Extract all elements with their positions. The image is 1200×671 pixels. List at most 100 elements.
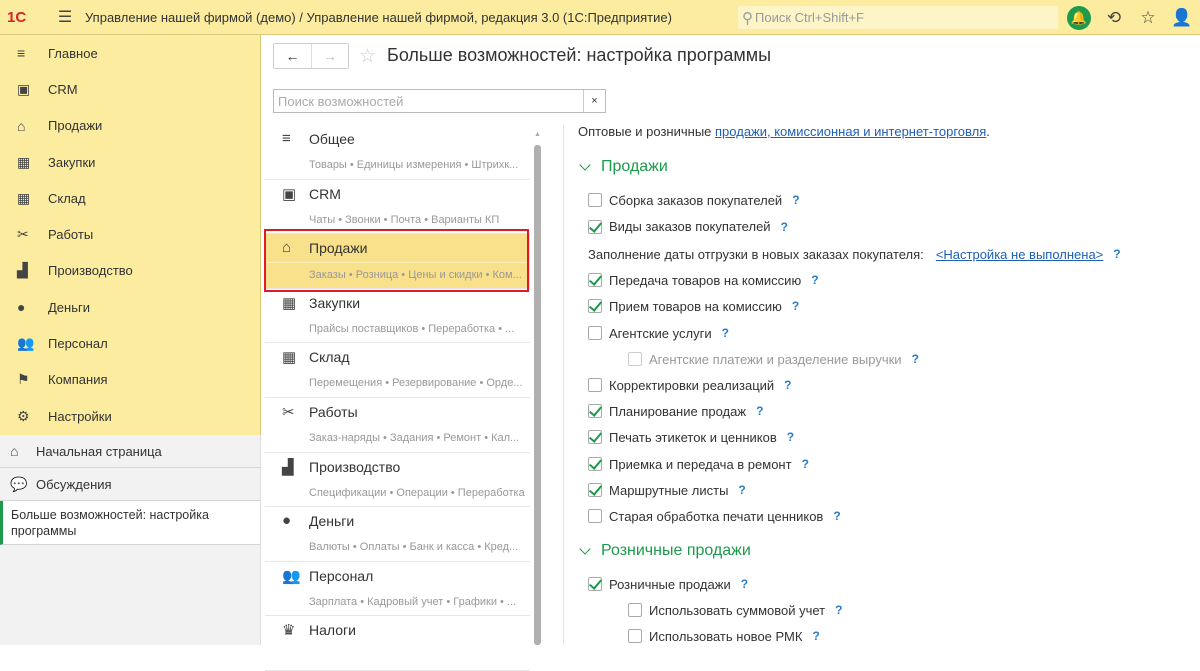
favorite-star-icon[interactable]: ☆ bbox=[359, 45, 376, 68]
option-checkbox-row[interactable]: Агентские услуги? bbox=[588, 324, 729, 342]
sidebar-item-label: Главное bbox=[48, 45, 98, 61]
category-item[interactable]: ▟ Производство Спецификации • Операции • П… bbox=[265, 453, 530, 508]
checkbox[interactable] bbox=[628, 629, 642, 643]
help-icon[interactable]: ? bbox=[792, 299, 799, 313]
category-item[interactable]: ✂ Работы Заказ-наряды • Задания • Ремонт •… bbox=[265, 398, 530, 453]
checkbox[interactable] bbox=[588, 378, 602, 392]
option-label: Маршрутные листы bbox=[609, 482, 729, 498]
clear-search-button[interactable]: × bbox=[583, 90, 605, 112]
checkbox[interactable] bbox=[588, 483, 602, 497]
sidebar-item[interactable]: ▣ CRM bbox=[0, 71, 260, 107]
history-icon[interactable]: ⟲ bbox=[1102, 6, 1126, 30]
option-checkbox-row[interactable]: Агентские платежи и разделение выручки? bbox=[628, 350, 919, 368]
help-icon[interactable]: ? bbox=[792, 193, 799, 207]
option-checkbox-row[interactable]: Использовать суммовой учет? bbox=[628, 601, 842, 619]
sidebar-item[interactable]: ⚙ Настройки bbox=[0, 398, 260, 434]
option-checkbox-row[interactable]: Планирование продаж? bbox=[588, 402, 763, 420]
sidebar-item[interactable]: ≡ Главное bbox=[0, 35, 260, 71]
category-subtitle: Зарплата • Кадровый учет • Графики • ... bbox=[309, 595, 517, 608]
category-item[interactable]: ♛ Налоги bbox=[265, 616, 530, 671]
checkbox[interactable] bbox=[588, 193, 602, 207]
help-icon[interactable]: ? bbox=[912, 352, 919, 366]
category-item[interactable]: ≡ Общее Товары • Единицы измерения • Штрих… bbox=[265, 125, 530, 180]
help-icon[interactable]: ? bbox=[1113, 247, 1120, 261]
option-checkbox-row[interactable]: Приемка и передача в ремонт? bbox=[588, 455, 809, 473]
category-item[interactable]: 👥 Персонал Зарплата • Кадровый учет • Граф… bbox=[265, 562, 530, 617]
sidebar-item[interactable]: ▦ Склад bbox=[0, 180, 260, 216]
checkbox[interactable] bbox=[588, 457, 602, 471]
option-checkbox-row[interactable]: Использовать новое РМК? bbox=[628, 627, 820, 645]
help-icon[interactable]: ? bbox=[835, 603, 842, 617]
option-checkbox-row[interactable]: Прием товаров на комиссию? bbox=[588, 297, 799, 315]
discussions-link[interactable]: 💬 Обсуждения bbox=[0, 468, 260, 501]
highlight-frame bbox=[264, 229, 529, 292]
help-icon[interactable]: ? bbox=[787, 430, 794, 444]
checkbox[interactable] bbox=[628, 352, 642, 366]
option-label: Виды заказов покупателей bbox=[609, 219, 771, 234]
help-icon[interactable]: ? bbox=[784, 378, 791, 392]
option-checkbox-row[interactable]: Корректировки реализаций? bbox=[588, 376, 792, 394]
user-icon[interactable]: 👤 bbox=[1170, 6, 1194, 30]
category-subtitle: Чаты • Звонки • Почта • Варианты КП bbox=[309, 213, 500, 226]
main-menu-icon[interactable]: ☰ bbox=[45, 7, 85, 27]
sidebar-item-label: Продажи bbox=[48, 118, 103, 134]
help-icon[interactable]: ? bbox=[722, 326, 729, 340]
option-checkbox-row[interactable]: Виды заказов покупателей? bbox=[588, 218, 788, 236]
scroll-up-arrow[interactable]: ▲ bbox=[534, 131, 541, 138]
global-search-input[interactable]: ⚲ Поиск Ctrl+Shift+F bbox=[738, 6, 1058, 29]
option-checkbox-row[interactable]: Старая обработка печати ценников? bbox=[588, 507, 841, 525]
checkbox[interactable] bbox=[588, 430, 602, 444]
sidebar-item[interactable]: ▦ Закупки bbox=[0, 144, 260, 180]
checkbox[interactable] bbox=[588, 404, 602, 418]
category-item[interactable]: ● Деньги Валюты • Оплаты • Банк и касса • … bbox=[265, 507, 530, 562]
help-icon[interactable]: ? bbox=[833, 509, 840, 523]
option-checkbox-row[interactable]: Сборка заказов покупателей? bbox=[588, 191, 800, 209]
feature-search-input[interactable] bbox=[274, 90, 583, 112]
category-item[interactable]: ▦ Склад Перемещения • Резервирование • Орд… bbox=[265, 343, 530, 398]
help-icon[interactable]: ? bbox=[802, 457, 809, 471]
option-checkbox-row[interactable]: Передача товаров на комиссию? bbox=[588, 271, 819, 289]
option-checkbox-row[interactable]: Маршрутные листы? bbox=[588, 481, 746, 499]
home-page-link[interactable]: ⌂ Начальная страница bbox=[0, 435, 260, 468]
sidebar-item[interactable]: ✂ Работы bbox=[0, 216, 260, 252]
category-name: Склад bbox=[309, 349, 350, 366]
section-retail-header[interactable]: Розничные продажи bbox=[578, 542, 751, 560]
sidebar-item[interactable]: 👥 Персонал bbox=[0, 325, 260, 361]
option-checkbox-row[interactable]: Розничные продажи? bbox=[588, 575, 748, 593]
checkbox[interactable] bbox=[588, 577, 602, 591]
sidebar-item[interactable]: ▟ Производство bbox=[0, 253, 260, 289]
help-icon[interactable]: ? bbox=[812, 629, 819, 643]
option-label: Старая обработка печати ценников bbox=[609, 508, 824, 524]
help-icon[interactable]: ? bbox=[781, 220, 788, 234]
category-item[interactable]: ▦ Закупки Прайсы поставщиков • Переработка… bbox=[265, 289, 530, 344]
notifications-bell-icon[interactable]: 🔔 bbox=[1067, 6, 1091, 30]
open-window-tab[interactable]: Больше возможностей: настройка программы bbox=[0, 501, 260, 545]
sidebar-item-label: Склад bbox=[48, 190, 86, 206]
option-checkbox-row[interactable]: Печать этикеток и ценников? bbox=[588, 428, 794, 446]
checkbox[interactable] bbox=[628, 603, 642, 617]
category-item[interactable]: ▣ CRM Чаты • Звонки • Почта • Варианты КП bbox=[265, 180, 530, 235]
intro-link[interactable]: продажи, комиссионная и интернет-торговл… bbox=[715, 124, 986, 139]
checkbox[interactable] bbox=[588, 273, 602, 287]
checkbox[interactable] bbox=[588, 299, 602, 313]
help-icon[interactable]: ? bbox=[741, 577, 748, 591]
sidebar-item-label: Компания bbox=[48, 372, 108, 388]
section-sales-header[interactable]: Продажи bbox=[578, 158, 668, 176]
sidebar-item-label: Работы bbox=[48, 227, 94, 243]
sidebar-item[interactable]: ⌂ Продажи bbox=[0, 108, 260, 144]
section-icon: ✂ bbox=[17, 226, 29, 243]
section-icon: ⌂ bbox=[17, 117, 26, 134]
favorites-star-icon[interactable]: ☆ bbox=[1136, 6, 1160, 30]
forward-button[interactable]: → bbox=[311, 44, 348, 68]
help-icon[interactable]: ? bbox=[811, 273, 818, 287]
ship-date-link[interactable]: <Настройка не выполнена> bbox=[936, 247, 1103, 262]
checkbox[interactable] bbox=[588, 509, 602, 523]
category-scrollbar[interactable] bbox=[534, 145, 541, 645]
sidebar-item[interactable]: ● Деньги bbox=[0, 289, 260, 325]
help-icon[interactable]: ? bbox=[738, 483, 745, 497]
checkbox[interactable] bbox=[588, 219, 602, 234]
back-button[interactable]: ← bbox=[274, 44, 311, 68]
checkbox[interactable] bbox=[588, 326, 602, 340]
sidebar-item[interactable]: ⚑ Компания bbox=[0, 362, 260, 398]
help-icon[interactable]: ? bbox=[756, 404, 763, 418]
